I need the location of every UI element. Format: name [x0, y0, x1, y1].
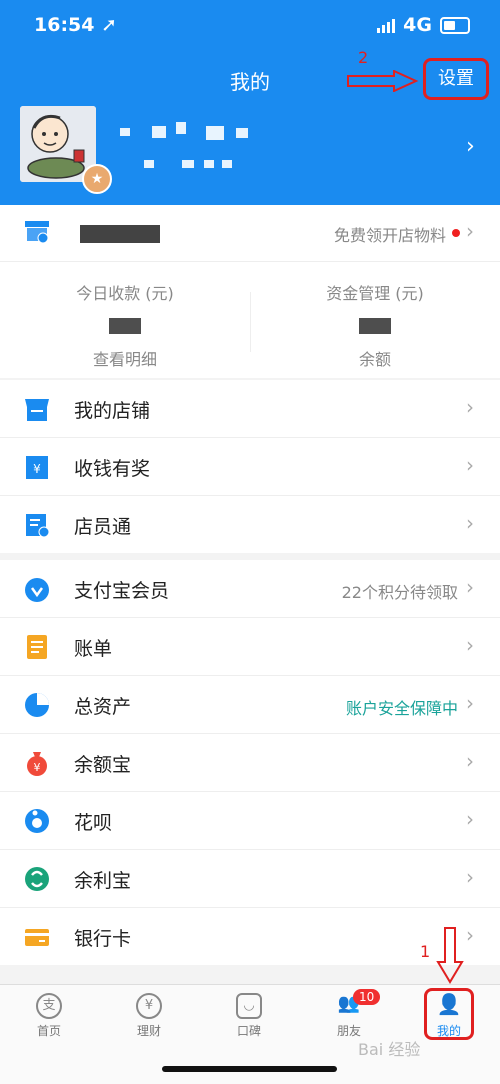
- chevron-right-icon: ›: [466, 511, 474, 535]
- menu-item-staff[interactable]: 店员通 ›: [0, 495, 500, 553]
- merchant-row[interactable]: 免费领开店物料 ›: [0, 205, 500, 262]
- view-details-link[interactable]: 查看明细: [0, 346, 250, 370]
- security-text: 账户安全保障中: [345, 699, 458, 718]
- tab-home[interactable]: 支 首页: [19, 993, 79, 1039]
- shop-name-redacted: [80, 225, 160, 243]
- annotation-highlight-mine: [424, 988, 474, 1040]
- chevron-right-icon: ›: [466, 453, 474, 477]
- bank-card-icon: [25, 929, 49, 946]
- shop-icon: [25, 221, 49, 244]
- menu-item-huabei[interactable]: 花呗 ›: [0, 791, 500, 849]
- settings-button[interactable]: 设置: [423, 58, 489, 100]
- member-icon: [25, 578, 49, 602]
- svg-text:¥: ¥: [34, 761, 41, 774]
- stats-panel: 今日收款 (元) 查看明细 资金管理 (元) 余额: [0, 262, 500, 378]
- menu-item-member[interactable]: 支付宝会员 22个积分待领取 ›: [0, 560, 500, 617]
- funds-label: 资金管理 (元): [326, 284, 424, 303]
- bill-icon: [27, 635, 47, 659]
- chevron-right-icon: ›: [466, 749, 474, 773]
- yulibao-icon: [25, 867, 49, 891]
- today-income-label: 今日收款 (元): [76, 284, 174, 303]
- staff-card-icon: [26, 514, 50, 538]
- home-icon: 支: [36, 993, 62, 1019]
- balance-link[interactable]: 余额: [250, 346, 500, 370]
- main-menu: 支付宝会员 22个积分待领取 › 账单 › 总资产 账户安全保障中 › ¥ 余额…: [0, 560, 500, 965]
- chevron-right-icon: ›: [466, 807, 474, 831]
- koubei-icon: ◡: [236, 993, 262, 1019]
- store-icon: [25, 399, 49, 421]
- wealth-icon: ¥: [136, 993, 162, 1019]
- huabei-icon: [25, 809, 49, 833]
- chevron-right-icon: ›: [466, 575, 474, 599]
- chevron-right-icon: ›: [466, 691, 474, 715]
- chevron-right-icon: ›: [466, 219, 474, 243]
- battery-icon: [440, 16, 470, 34]
- profile-chevron-icon[interactable]: ›: [466, 134, 475, 159]
- annotation-arrow-right-icon: [347, 70, 419, 92]
- menu-item-yulibao[interactable]: 余利宝 ›: [0, 849, 500, 907]
- funds-redacted: [359, 318, 391, 334]
- chevron-right-icon: ›: [466, 395, 474, 419]
- chevron-right-icon: ›: [466, 923, 474, 947]
- annotation-arrow-down-icon: [436, 927, 464, 984]
- gift-envelope-icon: ¥: [26, 456, 48, 479]
- money-bag-icon: ¥: [27, 752, 47, 776]
- account-redacted: [144, 160, 154, 168]
- chevron-right-icon: ›: [466, 633, 474, 657]
- today-income-redacted: [109, 318, 141, 334]
- notification-dot: [452, 229, 460, 237]
- annotation-step-2: 2: [358, 48, 369, 67]
- today-income[interactable]: 今日收款 (元) 查看明细: [0, 262, 250, 370]
- status-bar: 16:54 ➚ 4G: [34, 14, 470, 42]
- menu-item-assets[interactable]: 总资产 账户安全保障中 ›: [0, 675, 500, 733]
- points-text: 22个积分待领取: [341, 583, 458, 602]
- tab-koubei[interactable]: ◡ 口碑: [219, 993, 279, 1039]
- tab-friends[interactable]: 👥 朋友 10: [319, 989, 381, 1039]
- network-type: 4G: [403, 14, 432, 36]
- menu-item-rewards[interactable]: ¥ 收钱有奖 ›: [0, 437, 500, 495]
- home-indicator[interactable]: [162, 1066, 337, 1072]
- username-redacted: [120, 128, 130, 136]
- annotation-step-1: 1: [420, 942, 431, 961]
- menu-item-bill[interactable]: 账单 ›: [0, 617, 500, 675]
- promo-text: 免费领开店物料: [333, 226, 446, 245]
- member-star-badge-icon: ★: [82, 164, 112, 194]
- profile-header: 16:54 ➚ 4G 我的 2 设置 ★ ›: [0, 0, 500, 205]
- svg-text:¥: ¥: [33, 462, 41, 476]
- status-time: 16:54 ➚: [34, 14, 118, 36]
- menu-item-yuebao[interactable]: ¥ 余额宝 ›: [0, 733, 500, 791]
- signal-icon: [377, 17, 396, 33]
- menu-item-my-store[interactable]: 我的店铺 ›: [0, 380, 500, 437]
- store-menu: 我的店铺 › ¥ 收钱有奖 › 店员通 ›: [0, 380, 500, 553]
- pie-chart-icon: [25, 693, 49, 717]
- watermark: Bai 经验: [358, 1040, 421, 1059]
- funds-management[interactable]: 资金管理 (元) 余额: [250, 262, 500, 370]
- tab-wealth[interactable]: ¥ 理财: [119, 993, 179, 1039]
- chevron-right-icon: ›: [466, 865, 474, 889]
- unread-badge: 10: [353, 989, 381, 1005]
